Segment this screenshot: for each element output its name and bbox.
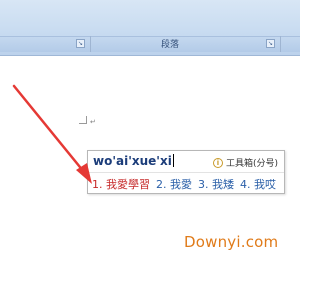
ime-candidate-2[interactable]: 2. 我愛 (156, 176, 192, 192)
ime-candidate-4[interactable]: 4. 我哎 (240, 176, 276, 192)
ime-candidate-3[interactable]: 3. 我矮 (198, 176, 234, 192)
ime-toolbox-label: 工具箱(分号) (225, 159, 278, 169)
ime-composition-string: wo'ai'xue'xi (93, 154, 174, 168)
ime-composition-text: wo'ai'xue'xi (93, 154, 172, 168)
ime-candidate-list: 1. 我愛學習 2. 我愛 3. 我矮 4. 我哎 (92, 176, 276, 192)
paragraph-mark-icon: ↵ (90, 118, 96, 126)
toolbox-info-icon: i (212, 157, 223, 168)
site-watermark: Downyi.com (184, 233, 279, 251)
ime-toolbox-button[interactable]: i 工具箱(分号) (212, 156, 278, 169)
ime-divider (88, 172, 284, 173)
text-caret (172, 154, 174, 167)
ribbon-group-separator (90, 36, 91, 52)
margin-corner-mark (86, 116, 87, 124)
ribbon-toolbar: ↘ ↘ 段落 (0, 0, 300, 56)
ribbon-group-label-paragraph: 段落 (160, 40, 179, 50)
ime-candidate-window: wo'ai'xue'xi i 工具箱(分号) 1. 我愛學習 2. 我愛 3. … (87, 150, 285, 194)
ime-candidate-1[interactable]: 1. 我愛學習 (92, 176, 150, 192)
ribbon-group-separator (280, 36, 281, 52)
dialog-launcher-icon[interactable]: ↘ (76, 39, 85, 48)
dialog-launcher-icon[interactable]: ↘ (266, 39, 275, 48)
